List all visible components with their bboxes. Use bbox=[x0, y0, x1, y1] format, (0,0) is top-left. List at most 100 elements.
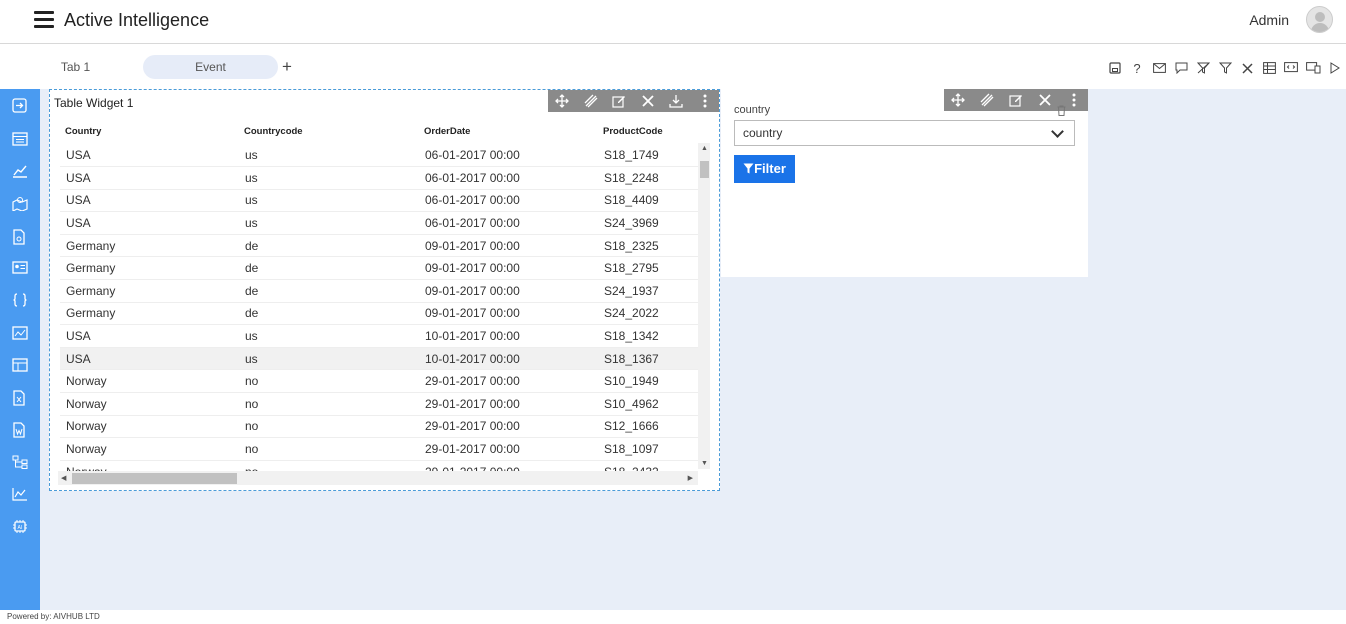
move-icon[interactable] bbox=[948, 91, 968, 109]
more-icon[interactable] bbox=[695, 92, 715, 110]
map-icon[interactable] bbox=[12, 196, 29, 212]
tools-icon[interactable] bbox=[1236, 59, 1258, 77]
table-cell: S18_2432 bbox=[598, 460, 708, 471]
table-cell: no bbox=[239, 460, 419, 471]
table-widget[interactable]: Table Widget 1 Country Countrycode Order… bbox=[49, 89, 720, 491]
save-icon[interactable] bbox=[1104, 59, 1126, 77]
scroll-right-icon[interactable]: ▶ bbox=[688, 474, 693, 482]
table-row[interactable]: USA us 06-01-2017 00:00 S18_2248 bbox=[60, 166, 708, 190]
data-table: Country Countrycode OrderDate ProductCod… bbox=[60, 118, 708, 471]
table-cell: S10_1949 bbox=[598, 369, 708, 394]
column-header[interactable]: Countrycode bbox=[239, 118, 419, 144]
widget-toolbar bbox=[548, 90, 719, 112]
table-row[interactable]: USA us 10-01-2017 00:00 S18_1367 bbox=[60, 347, 708, 371]
table-row[interactable]: USA us 10-01-2017 00:00 S18_1342 bbox=[60, 324, 708, 348]
table-cell: 10-01-2017 00:00 bbox=[419, 347, 598, 371]
settings-icon[interactable] bbox=[638, 92, 658, 110]
table-cell: 10-01-2017 00:00 bbox=[419, 324, 598, 348]
filter-label: country bbox=[734, 104, 771, 116]
tab-event[interactable]: Event bbox=[143, 55, 278, 79]
scroll-up-icon[interactable]: ▲ bbox=[701, 145, 708, 152]
help-icon[interactable]: ? bbox=[1126, 59, 1148, 77]
edit-icon[interactable] bbox=[1006, 91, 1026, 109]
table-cell: USA bbox=[60, 144, 239, 168]
filter-icon[interactable] bbox=[1214, 59, 1236, 77]
layout-icon[interactable] bbox=[12, 358, 29, 373]
scroll-down-icon[interactable]: ▼ bbox=[701, 460, 708, 467]
tree-icon[interactable] bbox=[12, 455, 29, 470]
devices-icon[interactable] bbox=[1302, 59, 1324, 77]
table-row[interactable]: USA us 06-01-2017 00:00 S18_4409 bbox=[60, 189, 708, 213]
avatar[interactable] bbox=[1306, 6, 1333, 33]
table-row[interactable]: USA us 06-01-2017 00:00 S24_3969 bbox=[60, 211, 708, 235]
embed-icon[interactable] bbox=[1280, 59, 1302, 77]
settings-icon[interactable] bbox=[1035, 91, 1055, 109]
table-header: Country Countrycode OrderDate ProductCod… bbox=[60, 118, 708, 144]
column-header[interactable]: Country bbox=[60, 118, 239, 144]
svg-text:AI: AI bbox=[18, 525, 23, 531]
clear-filter-icon[interactable] bbox=[1192, 59, 1214, 77]
hamburger-menu-icon[interactable] bbox=[34, 11, 54, 28]
move-icon[interactable] bbox=[552, 92, 572, 110]
table-cell: us bbox=[239, 144, 419, 168]
horizontal-scrollbar[interactable]: ◀ ▶ bbox=[58, 471, 698, 485]
table-cell: de bbox=[239, 256, 419, 281]
table-row[interactable]: USA us 06-01-2017 00:00 S18_1749 bbox=[60, 144, 708, 168]
trash-icon[interactable] bbox=[1057, 103, 1066, 116]
widget-toolbar bbox=[944, 89, 1088, 111]
report-icon[interactable] bbox=[12, 132, 29, 147]
table-cell: Germany bbox=[60, 302, 239, 326]
style-icon[interactable] bbox=[977, 91, 997, 109]
chart-icon[interactable] bbox=[12, 164, 29, 179]
more-icon[interactable] bbox=[1064, 91, 1084, 109]
table-row[interactable]: Norway no 29-01-2017 00:00 S10_1949 bbox=[60, 369, 708, 394]
scroll-left-icon[interactable]: ◀ bbox=[61, 474, 66, 482]
column-header[interactable]: ProductCode bbox=[598, 118, 708, 144]
style-icon[interactable] bbox=[581, 92, 601, 110]
table-row[interactable]: Germany de 09-01-2017 00:00 S24_2022 bbox=[60, 302, 708, 326]
tab-1[interactable]: Tab 1 bbox=[48, 55, 103, 79]
vertical-scrollbar[interactable]: ▲ ▼ bbox=[698, 143, 710, 469]
column-header[interactable]: OrderDate bbox=[419, 118, 598, 144]
image-chart-icon[interactable] bbox=[12, 326, 29, 341]
table-cell: 29-01-2017 00:00 bbox=[419, 460, 598, 471]
table-cell: de bbox=[239, 279, 419, 303]
play-icon[interactable] bbox=[1324, 59, 1346, 77]
table-row[interactable]: Germany de 09-01-2017 00:00 S18_2325 bbox=[60, 234, 708, 258]
table-row[interactable]: Norway no 29-01-2017 00:00 S12_1666 bbox=[60, 415, 708, 439]
table-row[interactable]: Norway no 29-01-2017 00:00 S18_1097 bbox=[60, 437, 708, 461]
country-select[interactable]: country bbox=[734, 120, 1075, 146]
table-cell: S18_2795 bbox=[598, 256, 708, 281]
table-cell: Norway bbox=[60, 392, 239, 416]
table-row[interactable]: Norway no 29-01-2017 00:00 S10_4962 bbox=[60, 392, 708, 416]
table-cell: S18_1342 bbox=[598, 324, 708, 348]
filter-widget[interactable]: country country Filter bbox=[721, 89, 1088, 277]
user-name[interactable]: Admin bbox=[1249, 12, 1289, 28]
word-icon[interactable] bbox=[12, 422, 29, 438]
ai-chip-icon[interactable]: AI bbox=[12, 519, 29, 534]
email-icon[interactable] bbox=[1148, 59, 1170, 77]
table-row[interactable]: Norwayno29-01-2017 00:00S18_2432 bbox=[60, 460, 708, 471]
login-icon[interactable] bbox=[12, 98, 29, 113]
comment-icon[interactable] bbox=[1170, 59, 1192, 77]
table-icon[interactable] bbox=[1258, 59, 1280, 77]
app-title: Active Intelligence bbox=[64, 10, 210, 30]
table-cell: 06-01-2017 00:00 bbox=[419, 189, 598, 213]
add-tab-icon[interactable]: + bbox=[282, 57, 292, 77]
edit-icon[interactable] bbox=[609, 92, 629, 110]
table-cell: de bbox=[239, 234, 419, 258]
excel-icon[interactable] bbox=[12, 390, 29, 406]
filter-button[interactable]: Filter bbox=[734, 155, 795, 183]
table-cell: USA bbox=[60, 324, 239, 348]
table-row[interactable]: Germany de 09-01-2017 00:00 S18_2795 bbox=[60, 256, 708, 281]
line-chart-icon[interactable] bbox=[12, 487, 29, 502]
table-cell: USA bbox=[60, 347, 239, 371]
braces-icon[interactable] bbox=[12, 293, 29, 308]
file-icon[interactable] bbox=[12, 229, 29, 245]
scroll-thumb[interactable] bbox=[700, 161, 709, 178]
table-row[interactable]: Germany de 09-01-2017 00:00 S24_1937 bbox=[60, 279, 708, 303]
download-icon[interactable] bbox=[666, 92, 686, 110]
id-card-icon[interactable] bbox=[12, 261, 29, 276]
select-value: country bbox=[743, 126, 783, 140]
scroll-thumb[interactable] bbox=[72, 473, 237, 484]
